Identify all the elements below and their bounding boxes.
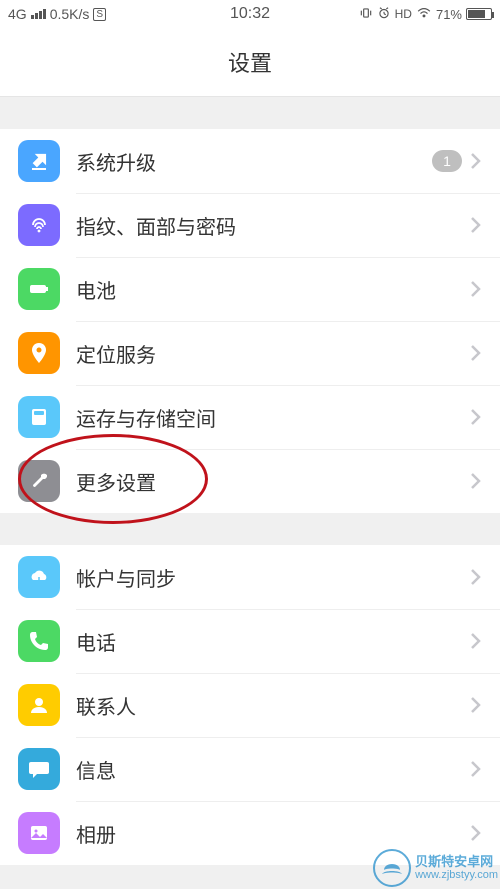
storage-icon xyxy=(18,396,60,438)
phone-icon xyxy=(18,620,60,662)
chevron-right-icon xyxy=(470,472,482,490)
chevron-right-icon xyxy=(470,344,482,362)
status-right: HD 71% xyxy=(359,6,492,23)
watermark: 贝斯特安卓网 www.zjbstyy.com xyxy=(373,849,498,887)
row-battery[interactable]: 电池 xyxy=(0,257,500,321)
row-label: 信息 xyxy=(76,755,470,784)
row-label: 联系人 xyxy=(76,691,470,720)
update-badge: 1 xyxy=(432,150,462,172)
sim-indicator: S xyxy=(93,8,106,21)
wifi-icon xyxy=(416,6,432,23)
network-speed: 0.5K/s xyxy=(50,6,90,22)
watermark-title: 贝斯特安卓网 xyxy=(415,855,498,869)
battery-icon xyxy=(466,8,492,20)
row-label: 电话 xyxy=(76,627,470,656)
row-location[interactable]: 定位服务 xyxy=(0,321,500,385)
row-label: 电池 xyxy=(76,275,470,304)
location-icon xyxy=(18,332,60,374)
chevron-right-icon xyxy=(470,408,482,426)
fingerprint-icon xyxy=(18,204,60,246)
settings-group-1: 系统升级 1 指纹、面部与密码 电池 定位服务 运存与存储空间 xyxy=(0,129,500,513)
wrench-icon xyxy=(18,460,60,502)
watermark-logo-icon xyxy=(373,849,411,887)
row-label: 指纹、面部与密码 xyxy=(76,211,470,240)
chevron-right-icon xyxy=(470,216,482,234)
row-phone[interactable]: 电话 xyxy=(0,609,500,673)
system-update-icon xyxy=(18,140,60,182)
row-account-sync[interactable]: 帐户与同步 xyxy=(0,545,500,609)
row-label: 系统升级 xyxy=(76,147,432,176)
vibrate-icon xyxy=(359,6,373,23)
watermark-url: www.zjbstyy.com xyxy=(415,869,498,881)
settings-group-2: 帐户与同步 电话 联系人 信息 相册 xyxy=(0,545,500,865)
row-label: 帐户与同步 xyxy=(76,563,470,592)
alarm-icon xyxy=(377,6,391,23)
chevron-right-icon xyxy=(470,280,482,298)
row-fingerprint[interactable]: 指纹、面部与密码 xyxy=(0,193,500,257)
status-bar: 4G 0.5K/s S 10:32 HD 71% xyxy=(0,0,500,28)
messages-icon xyxy=(18,748,60,790)
row-messages[interactable]: 信息 xyxy=(0,737,500,801)
contacts-icon xyxy=(18,684,60,726)
chevron-right-icon xyxy=(470,568,482,586)
row-label: 更多设置 xyxy=(76,467,470,496)
gallery-icon xyxy=(18,812,60,854)
row-label: 运存与存储空间 xyxy=(76,403,470,432)
chevron-right-icon xyxy=(470,632,482,650)
cloud-sync-icon xyxy=(18,556,60,598)
battery-pct: 71% xyxy=(436,7,462,22)
row-system-update[interactable]: 系统升级 1 xyxy=(0,129,500,193)
battery-setting-icon xyxy=(18,268,60,310)
signal-icon xyxy=(31,9,46,19)
row-label: 定位服务 xyxy=(76,339,470,368)
row-storage[interactable]: 运存与存储空间 xyxy=(0,385,500,449)
row-label: 相册 xyxy=(76,819,470,848)
chevron-right-icon xyxy=(470,696,482,714)
row-more-settings[interactable]: 更多设置 xyxy=(0,449,500,513)
chevron-right-icon xyxy=(470,760,482,778)
network-type: 4G xyxy=(8,6,27,22)
row-contacts[interactable]: 联系人 xyxy=(0,673,500,737)
page-title: 设置 xyxy=(0,28,500,97)
status-left: 4G 0.5K/s S xyxy=(8,6,106,22)
chevron-right-icon xyxy=(470,824,482,842)
hd-indicator: HD xyxy=(395,7,412,21)
chevron-right-icon xyxy=(470,152,482,170)
status-time: 10:32 xyxy=(230,5,270,23)
